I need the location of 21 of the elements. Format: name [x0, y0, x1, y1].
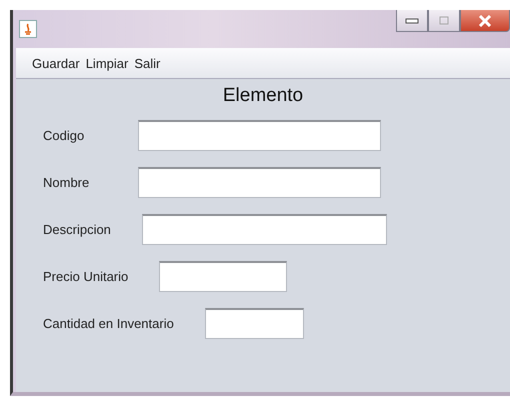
- text-field[interactable]: [204, 308, 304, 339]
- field-label: Nombre: [43, 175, 90, 190]
- minimize-icon: [405, 18, 419, 24]
- form-title: Elemento: [222, 85, 304, 107]
- close-button[interactable]: [460, 10, 510, 32]
- app-icon: [19, 20, 37, 38]
- maximize-icon: [439, 16, 449, 25]
- field-label: Cantidad en Inventario: [43, 316, 174, 331]
- text-field[interactable]: [159, 261, 288, 292]
- menu-item[interactable]: Salir: [134, 56, 160, 70]
- field-label: Precio Unitario: [43, 269, 128, 284]
- field-label: Descripcion: [43, 222, 111, 237]
- maximize-button[interactable]: [428, 10, 460, 32]
- menu-item[interactable]: Guardar: [32, 56, 80, 70]
- text-field[interactable]: [138, 120, 381, 151]
- field-label: Codigo: [43, 128, 86, 143]
- minimize-button[interactable]: [396, 10, 428, 32]
- text-field[interactable]: [142, 214, 387, 245]
- close-icon: [478, 14, 492, 26]
- text-field[interactable]: [138, 167, 381, 198]
- menu-item[interactable]: Limpiar: [86, 56, 128, 70]
